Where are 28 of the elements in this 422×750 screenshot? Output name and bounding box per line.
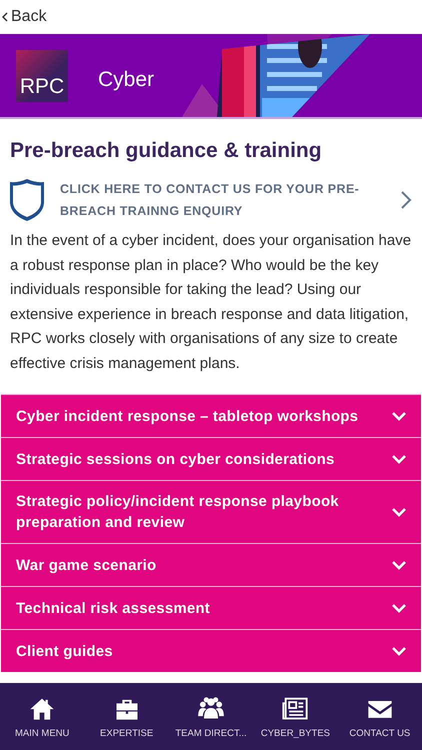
newspaper-icon [281, 694, 310, 720]
chevron-down-icon [391, 646, 407, 656]
intro-paragraph: In the event of a cyber incident, does your organisation have a robust response plan in place? Who would be the key individuals responsible for taking the lead? Using our extensive experience in breach response and data litigation, RPC works closely with organisations of any size to create effective crisis management plans. [10, 231, 412, 374]
shield-icon [8, 177, 46, 223]
accordion-item[interactable]: Strategic policy/incident response playbook preparation and review [1, 480, 421, 543]
chevron-left-icon [2, 12, 8, 22]
contact-link[interactable]: CLICK HERE TO CONTACT US FOR YOUR PRE-BREACH TRAINNG ENQUIRY [8, 177, 412, 223]
banner-title: Cyber [98, 68, 154, 92]
back-button[interactable]: Back [2, 8, 47, 26]
chevron-down-icon [391, 560, 407, 570]
logo: RPC [16, 50, 68, 102]
accordion-item[interactable]: Client guides [1, 629, 421, 672]
tab-item[interactable]: TEAM DIRECT... [168, 683, 254, 750]
accordion-item[interactable]: Strategic sessions on cyber considerations [1, 437, 421, 480]
tab-item[interactable]: MAIN MENU [0, 683, 84, 750]
chevron-right-icon [400, 190, 412, 210]
accordion-item[interactable]: Cyber incident response – tabletop workshops [1, 394, 421, 437]
tab-item[interactable]: CONTACT US [338, 683, 422, 750]
chevron-down-icon [391, 507, 407, 517]
page-heading: Pre-breach guidance & training [10, 139, 323, 163]
chevron-down-icon [391, 454, 407, 464]
chevron-down-icon [391, 603, 407, 613]
accordion-item[interactable]: Technical risk assessment [1, 586, 421, 629]
chevron-down-icon [391, 411, 407, 421]
people-icon [197, 694, 226, 720]
accordion-item[interactable]: War game scenario [1, 543, 421, 586]
tab-item[interactable]: EXPERTISE [84, 683, 169, 750]
tab-item[interactable]: CYBER_BYTES [253, 683, 338, 750]
